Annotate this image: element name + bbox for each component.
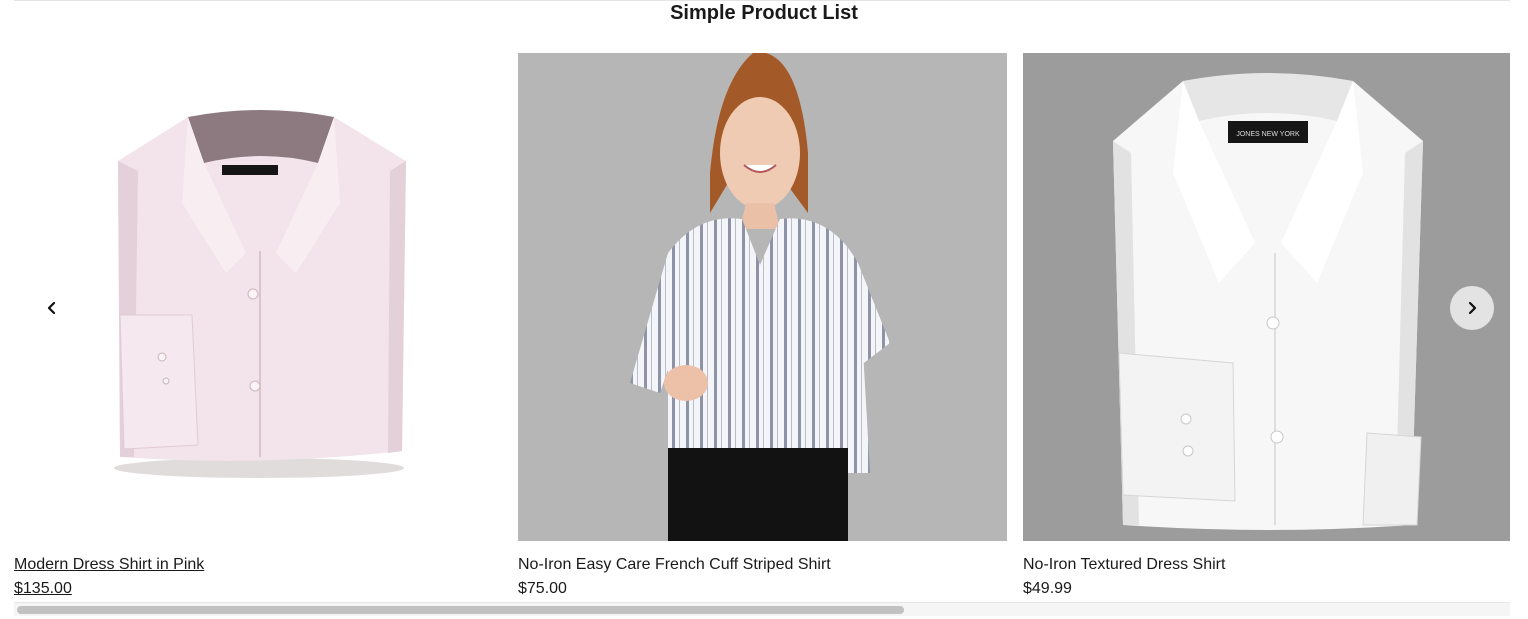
carousel-prev-button[interactable] — [30, 286, 74, 330]
chevron-right-icon — [1468, 301, 1477, 315]
product-price[interactable]: $135.00 — [14, 579, 72, 599]
chevron-left-icon — [47, 301, 56, 315]
product-image-pink-shirt[interactable] — [14, 53, 503, 541]
brand-label: JONES NEW YORK — [1236, 131, 1300, 138]
product-carousel[interactable]: Modern Dress Shirt in Pink $135.00 No-Ir… — [14, 53, 1510, 601]
horizontal-scrollbar[interactable] — [14, 602, 1510, 616]
product-card[interactable]: Modern Dress Shirt in Pink $135.00 — [14, 53, 503, 601]
product-title[interactable]: No-Iron Textured Dress Shirt — [1023, 555, 1225, 575]
product-title[interactable]: No-Iron Easy Care French Cuff Striped Sh… — [518, 555, 831, 575]
product-image-striped-shirt[interactable] — [518, 53, 1007, 541]
product-title[interactable]: Modern Dress Shirt in Pink — [14, 555, 204, 575]
top-divider — [14, 0, 1510, 1]
product-price[interactable]: $75.00 — [518, 579, 567, 599]
product-price[interactable]: $49.99 — [1023, 579, 1072, 599]
folded-pink-dress-shirt-image — [14, 53, 503, 541]
scrollbar-thumb[interactable] — [17, 606, 904, 614]
product-card[interactable]: No-Iron Easy Care French Cuff Striped Sh… — [518, 53, 1007, 601]
product-card[interactable]: JONES NEW YORK No-Iron Textured Dress Sh… — [1023, 53, 1510, 601]
folded-white-dress-shirt-image: JONES NEW YORK — [1023, 53, 1510, 541]
page-title: Simple Product List — [670, 2, 858, 24]
model-in-striped-shirt-image — [518, 53, 1007, 541]
product-image-white-shirt[interactable]: JONES NEW YORK — [1023, 53, 1510, 541]
carousel-next-button[interactable] — [1450, 286, 1494, 330]
